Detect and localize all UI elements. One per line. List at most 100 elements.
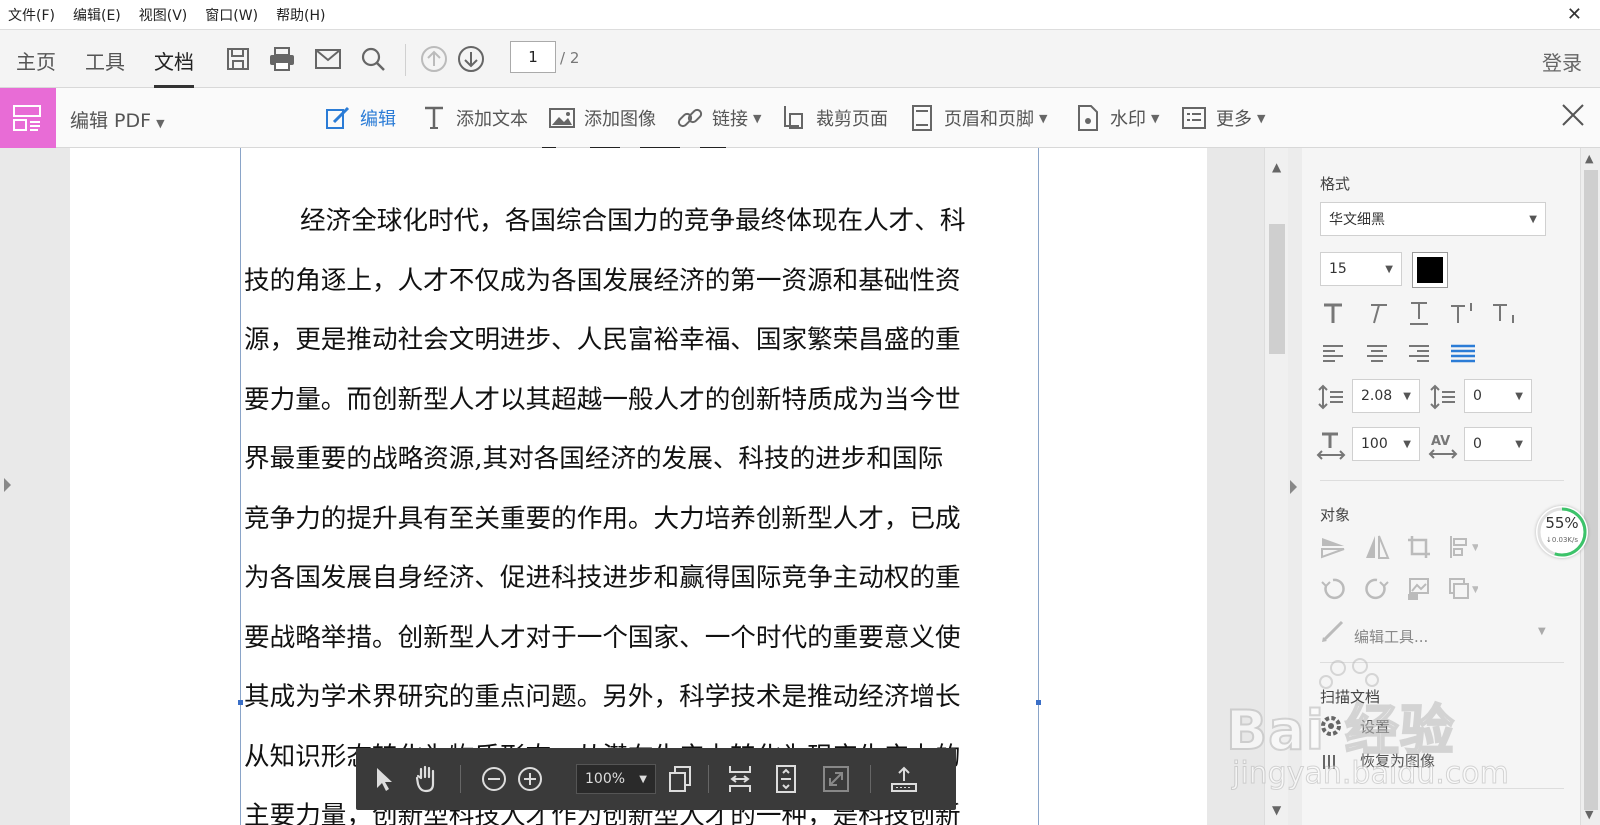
text-color-swatch[interactable] — [1412, 252, 1448, 288]
scrollbar-thumb[interactable] — [1584, 170, 1598, 810]
svg-text:▼: ▼ — [1472, 543, 1478, 553]
chevron-down-icon: ▼ — [1385, 264, 1393, 275]
scroll-up-icon[interactable]: ▲ — [1585, 152, 1593, 165]
paragraph-spacing-value: 0 — [1473, 388, 1482, 404]
chevron-down-icon: ▼ — [1529, 214, 1537, 225]
resize-handle[interactable] — [1036, 700, 1041, 705]
next-page-icon[interactable] — [456, 44, 486, 74]
header-footer-button[interactable]: 页眉和页脚 ▼ — [908, 104, 1047, 132]
line-spacing-select[interactable]: 2.08 ▼ — [1352, 379, 1420, 413]
zoom-in-icon[interactable] — [514, 763, 546, 795]
flip-horizontal-icon[interactable] — [1362, 532, 1392, 562]
superscript-icon[interactable] — [1448, 298, 1478, 328]
scroll-up-icon[interactable]: ▲ — [1272, 160, 1281, 174]
more-button[interactable]: 更多 ▼ — [1180, 104, 1265, 132]
chevron-down-icon: ▼ — [753, 111, 762, 125]
menu-file[interactable]: 文件(F) — [8, 5, 55, 25]
zoom-out-icon[interactable] — [478, 763, 510, 795]
close-edit-toolbar-icon[interactable] — [1560, 102, 1586, 132]
pencil-icon — [1318, 616, 1348, 646]
rotate-right-icon[interactable] — [1362, 574, 1392, 604]
chevron-down-icon: ▼ — [1403, 391, 1411, 402]
search-icon[interactable] — [358, 44, 388, 74]
print-icon[interactable] — [267, 44, 297, 74]
replace-image-icon[interactable] — [1404, 574, 1434, 604]
chevron-down-icon: ▼ — [156, 117, 165, 130]
watermark-brand: Bai 经验 — [1225, 698, 1455, 763]
underline-text-icon[interactable] — [1404, 298, 1434, 328]
menu-help[interactable]: 帮助(H) — [276, 5, 325, 25]
subscript-icon[interactable] — [1490, 298, 1520, 328]
tab-tools[interactable]: 工具 — [85, 46, 125, 75]
collapse-right-panel-icon[interactable] — [1290, 480, 1297, 494]
arrange-objects-icon[interactable]: ▼ — [1448, 574, 1478, 604]
align-left-icon[interactable] — [1318, 338, 1348, 368]
expand-left-panel-icon[interactable] — [4, 478, 11, 492]
hand-tool-icon[interactable] — [412, 763, 444, 795]
menu-view[interactable]: 视图(V) — [139, 5, 188, 25]
link-label: 链接 — [712, 109, 748, 130]
zoom-level-value: 100% — [585, 771, 626, 787]
edit-pdf-toolbar: 编辑 PDF ▼ 编辑 添加文本 添加图像 链接 ▼ 裁剪页面 页眉和页脚 ▼ 水印 ▼… — [0, 88, 1600, 148]
fit-page-icon[interactable] — [770, 763, 802, 795]
edit-pdf-dropdown[interactable]: 编辑 PDF ▼ — [70, 106, 165, 133]
align-center-icon[interactable] — [1362, 338, 1392, 368]
line-spacing-icon — [1316, 382, 1346, 412]
select-cursor-icon[interactable] — [368, 763, 400, 795]
scroll-down-icon[interactable]: ▼ — [1272, 803, 1281, 817]
add-text-button[interactable]: 添加文本 — [420, 104, 528, 132]
upload-share-icon[interactable] — [888, 763, 920, 795]
italic-text-icon[interactable] — [1362, 298, 1392, 328]
character-spacing-select[interactable]: 0 ▼ — [1464, 427, 1532, 461]
menu-edit[interactable]: 编辑(E) — [73, 5, 121, 25]
font-family-value: 华文细黑 — [1329, 212, 1385, 228]
edit-tool-button[interactable]: 编辑 — [324, 104, 396, 132]
save-icon[interactable] — [223, 44, 253, 74]
toolbar-divider — [870, 765, 871, 793]
page-view-icon[interactable] — [664, 763, 696, 795]
badge-percent: 55% — [1545, 514, 1579, 532]
mail-icon[interactable] — [313, 44, 343, 74]
page-number-input[interactable] — [510, 41, 556, 73]
paragraph-spacing-select[interactable]: 0 ▼ — [1464, 379, 1532, 413]
text-line: 经济全球化时代，各国综合国力的竞争最终体现在人才、科 — [300, 206, 966, 236]
add-image-button[interactable]: 添加图像 — [548, 104, 656, 132]
full-screen-icon[interactable] — [820, 763, 852, 795]
menu-window[interactable]: 窗口(W) — [205, 5, 258, 25]
scrollbar-thumb[interactable] — [1269, 224, 1285, 354]
tab-home[interactable]: 主页 — [16, 46, 56, 75]
flip-vertical-icon[interactable] — [1318, 532, 1348, 562]
font-size-select[interactable]: 15 ▼ — [1320, 252, 1402, 286]
fit-width-icon[interactable] — [724, 763, 756, 795]
edit-tools-dropdown[interactable]: 编辑工具... — [1354, 626, 1428, 647]
bold-text-icon[interactable] — [1318, 298, 1348, 328]
login-button[interactable]: 登录 — [1542, 47, 1582, 76]
crop-icon[interactable] — [1404, 532, 1434, 562]
object-section-title: 对象 — [1320, 506, 1351, 524]
horizontal-scale-select[interactable]: 100 ▼ — [1352, 427, 1420, 461]
watermark-button[interactable]: 水印 ▼ — [1074, 104, 1159, 132]
align-right-icon[interactable] — [1404, 338, 1434, 368]
toolbar-divider — [708, 765, 709, 793]
scroll-down-icon[interactable]: ▼ — [1585, 808, 1593, 821]
prev-page-icon[interactable] — [419, 44, 449, 74]
rotate-left-icon[interactable] — [1318, 574, 1348, 604]
left-panel-gutter — [0, 148, 70, 825]
character-spacing-value: 0 — [1473, 436, 1482, 452]
link-button[interactable]: 链接 ▼ — [676, 104, 761, 132]
crop-page-button[interactable]: 裁剪页面 — [780, 104, 888, 132]
font-family-select[interactable]: 华文细黑 ▼ — [1320, 202, 1546, 236]
chevron-down-icon: ▼ — [1257, 111, 1266, 125]
network-speed-badge[interactable]: 55% ↓0.03K/s — [1536, 506, 1588, 558]
tab-document[interactable]: 文档 — [154, 46, 194, 89]
color-fill — [1417, 257, 1443, 283]
document-body-text[interactable]: 经济全球化时代，各国综合国力的竞争最终体现在人才、科 技的角逐上，人才不仅成为各… — [244, 192, 1036, 825]
window-close-icon[interactable]: ✕ — [1567, 4, 1582, 25]
align-justify-icon[interactable] — [1448, 338, 1478, 368]
chevron-down-icon: ▼ — [1515, 391, 1523, 402]
zoom-level-select[interactable]: 100% ▼ — [576, 764, 656, 794]
cut-off-heading — [520, 140, 760, 148]
panel-scrollbar[interactable]: ▲ ▼ — [1580, 148, 1600, 825]
align-objects-icon[interactable]: ▼ — [1448, 532, 1478, 562]
resize-handle[interactable] — [238, 700, 243, 705]
